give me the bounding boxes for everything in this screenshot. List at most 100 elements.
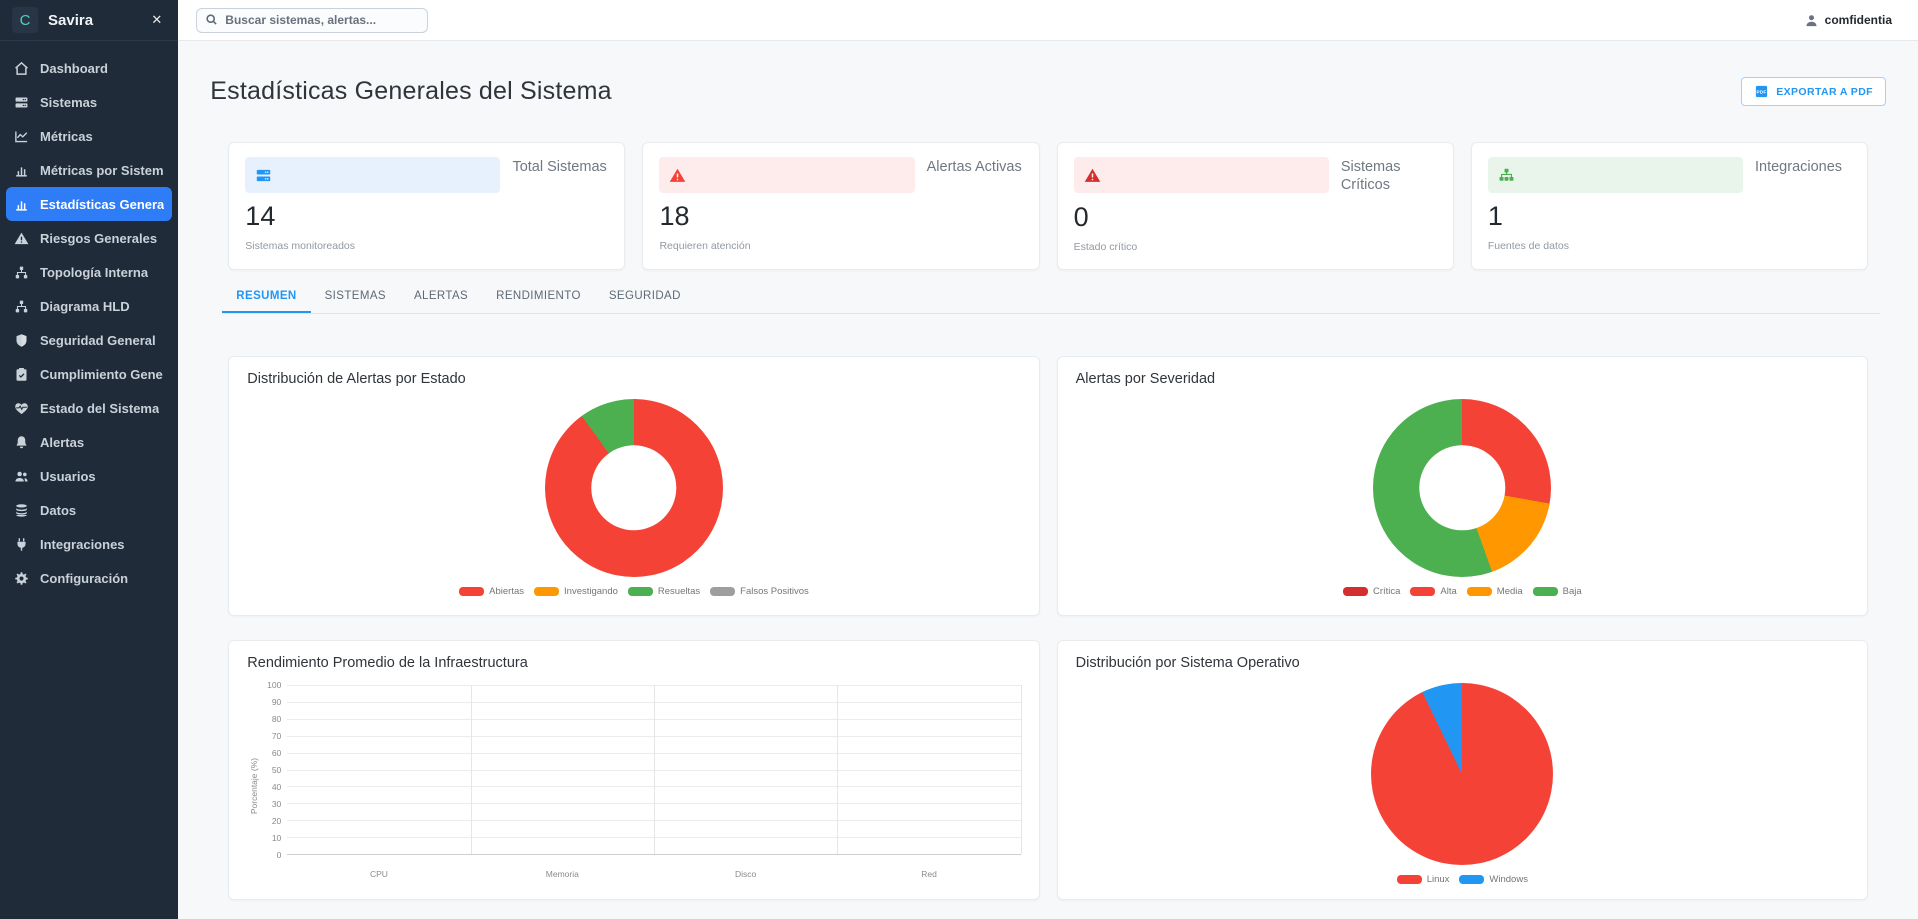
sidebar-item-label: Métricas por Sistem (40, 163, 164, 178)
tab-alertas[interactable]: ALERTAS (400, 280, 482, 313)
legend-label: Windows (1489, 874, 1528, 885)
y-axis: 0102030405060708090100 (261, 685, 287, 855)
warning-triangle-icon (14, 231, 29, 246)
y-tick-label: 30 (272, 799, 281, 809)
bar-chart-icon (14, 197, 29, 212)
legend-label: Alta (1440, 586, 1456, 597)
stat-value: 0 (1074, 204, 1437, 231)
gear-icon (14, 571, 29, 586)
sidebar-item-dashboard[interactable]: Dashboard (0, 51, 178, 85)
tab-sistemas[interactable]: SISTEMAS (311, 280, 400, 313)
sidebar-header: C Savira ✕ (0, 0, 178, 41)
chart-card-distribucion-de-alertas-por-estado: Distribución de Alertas por EstadoAbiert… (228, 356, 1039, 616)
y-tick-label: 40 (272, 782, 281, 792)
sidebar-item-riesgos-generales[interactable]: Riesgos Generales (0, 221, 178, 255)
sidebar-nav: DashboardSistemasMétricas Métricas por Si… (0, 51, 178, 595)
legend-swatch (534, 587, 559, 596)
y-tick-label: 50 (272, 765, 281, 775)
bar-chart-area: Porcentaje (%)0102030405060708090100CPUM… (247, 685, 1020, 877)
chart-legend: AbiertasInvestigandoResueltasFalsos Posi… (459, 586, 809, 597)
integration-icon (1498, 167, 1515, 184)
sidebar-item-datos[interactable]: Datos (0, 493, 178, 527)
pdf-icon: PDF (1754, 84, 1769, 99)
legend-item-abiertas: Abiertas (459, 586, 524, 597)
sidebar-item-usuarios[interactable]: Usuarios (0, 459, 178, 493)
sidebar-item-topologia-interna[interactable]: Topología Interna (0, 255, 178, 289)
export-pdf-label: EXPORTAR A PDF (1776, 86, 1873, 98)
sidebar-item-label: Seguridad General (40, 333, 156, 348)
shield-icon (14, 333, 29, 348)
close-icon[interactable]: ✕ (147, 10, 166, 30)
legend-item-linux: Linux (1397, 874, 1450, 885)
sidebar-item-metricas[interactable]: Métricas (0, 119, 178, 153)
sidebar-item-estadisticas-genera[interactable]: Estadísticas Genera (6, 187, 172, 221)
search-input[interactable] (196, 8, 428, 33)
sidebar-item-label: Usuarios (40, 469, 96, 484)
stat-card-top: Integraciones (1488, 157, 1851, 193)
database-icon (14, 503, 29, 518)
sidebar-item-diagrama-hld[interactable]: Diagrama HLD (0, 289, 178, 323)
tab-rendimiento[interactable]: RENDIMIENTO (482, 280, 595, 313)
tab-resumen[interactable]: RESUMEN (222, 280, 310, 313)
legend-label: Crítica (1373, 586, 1400, 597)
sidebar-item-sistemas[interactable]: Sistemas (0, 85, 178, 119)
sidebar-item-seguridad-general[interactable]: Seguridad General (0, 323, 178, 357)
gridline (1021, 685, 1022, 854)
chart-card-alertas-por-severidad: Alertas por Severidad Crítica Alta Media Baj… (1057, 356, 1868, 616)
stat-card-sistemas-criticos: Sistemas Críticos 0 Estado crítico (1057, 142, 1454, 270)
stat-value: 18 (659, 203, 1022, 230)
x-tick-label: CPU (287, 869, 470, 879)
chart-title: Alertas por Severidad (1076, 371, 1849, 387)
y-tick-label: 20 (272, 816, 281, 826)
sidebar-item-cumplimiento-gene[interactable]: Cumplimiento Gene (0, 357, 178, 391)
sidebar-item-alertas[interactable]: Alertas (0, 425, 178, 459)
chart-title: Rendimiento Promedio de la Infraestructu… (247, 655, 1020, 671)
sidebar-item-integraciones[interactable]: Integraciones (0, 527, 178, 561)
stat-label: Integraciones (1755, 157, 1851, 177)
main-column: comfidentia Estadísticas Generales del S… (178, 0, 1918, 919)
x-tick-label: Disco (654, 869, 837, 879)
x-axis-labels: CPUMemoriaDiscoRed (287, 869, 1020, 879)
plug-icon (14, 537, 29, 552)
tab-seguridad[interactable]: SEGURIDAD (595, 280, 695, 313)
stat-card-top: Alertas Activas (659, 157, 1022, 193)
sidebar-item-estado-del-sistema[interactable]: Estado del Sistema (0, 391, 178, 425)
app-title: Savira (48, 12, 137, 29)
stat-caption: Fuentes de datos (1488, 240, 1851, 252)
chart-legend: Crítica Alta Media Baja (1343, 586, 1582, 597)
sidebar-item-metricas-por-sistem[interactable]: Métricas por Sistem (0, 153, 178, 187)
legend-item-investigando: Investigando (534, 586, 618, 597)
gridline (471, 685, 472, 854)
stat-card-top: Sistemas Críticos (1074, 157, 1437, 194)
page-title: Estadísticas Generales del Sistema (210, 77, 611, 106)
sidebar-item-label: Estadísticas Genera (40, 197, 164, 212)
donut-chart (545, 399, 723, 577)
sidebar: C Savira ✕ DashboardSistemasMétricas Métr… (0, 0, 178, 919)
page-content: Estadísticas Generales del Sistema PDF E… (178, 41, 1918, 919)
chart-area: Crítica Alta Media Baja (1076, 387, 1849, 597)
sidebar-item-label: Configuración (40, 571, 128, 586)
sidebar-item-label: Cumplimiento Gene (40, 367, 163, 382)
app-logo: C (12, 7, 38, 33)
legend-item-critica: Crítica (1343, 586, 1400, 597)
legend-label: Abiertas (489, 586, 524, 597)
page-header: Estadísticas Generales del Sistema PDF E… (210, 77, 1886, 106)
pie-chart (1371, 683, 1553, 865)
legend-label: Resueltas (658, 586, 700, 597)
legend-item-baja: Baja (1533, 586, 1582, 597)
chart-area: AbiertasInvestigandoResueltasFalsos Posi… (247, 387, 1020, 597)
sidebar-item-configuracion[interactable]: Configuración (0, 561, 178, 595)
stat-value: 1 (1488, 203, 1851, 230)
legend-swatch (1459, 875, 1484, 884)
legend-swatch (1533, 587, 1558, 596)
sidebar-item-label: Estado del Sistema (40, 401, 159, 416)
y-tick-label: 60 (272, 748, 281, 758)
legend-label: Media (1497, 586, 1523, 597)
y-tick-label: 80 (272, 714, 281, 724)
export-pdf-button[interactable]: PDF EXPORTAR A PDF (1741, 77, 1886, 106)
search-icon (205, 13, 218, 26)
chart-legend: Linux Windows (1397, 874, 1528, 885)
stat-caption: Estado crítico (1074, 241, 1437, 253)
stat-label: Alertas Activas (927, 157, 1023, 177)
user-menu[interactable]: comfidentia (1804, 13, 1892, 28)
